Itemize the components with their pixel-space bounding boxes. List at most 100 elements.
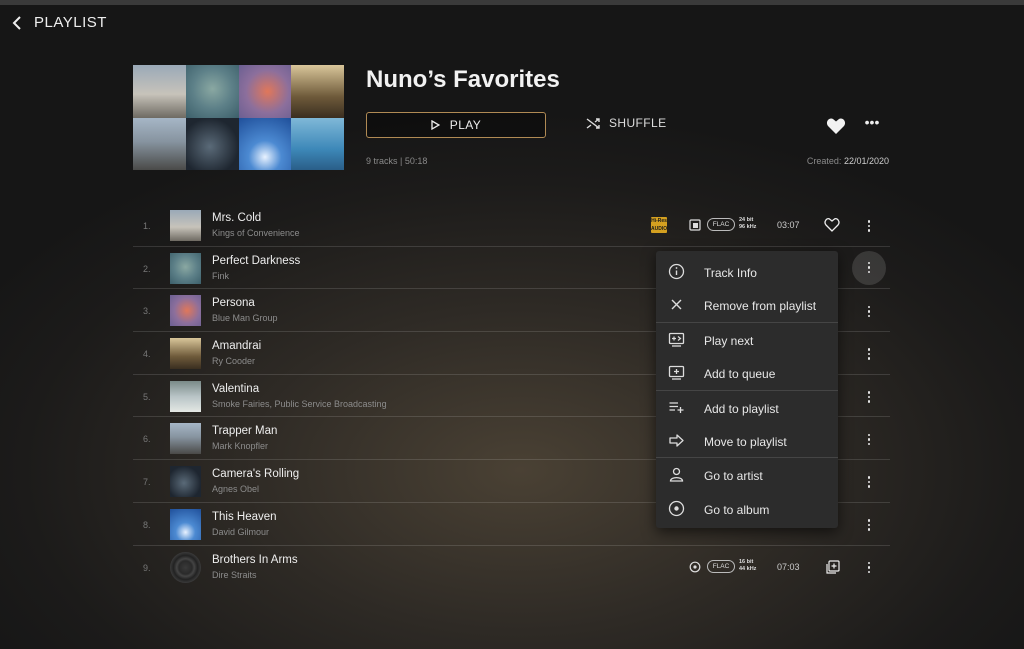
track-more-options-icon[interactable] [855, 468, 883, 496]
info-icon [668, 263, 685, 280]
menu-item-label: Add to playlist [704, 401, 779, 416]
play-next-icon [668, 332, 685, 347]
created-label: Created: [806, 156, 842, 166]
arrow-right-outline-icon [669, 434, 684, 447]
menu-item-play-next[interactable]: Play next [656, 323, 838, 356]
track-number: 3. [143, 306, 151, 317]
search-audio-icon [689, 561, 701, 572]
track-art [170, 423, 201, 455]
track-number: 8. [143, 519, 151, 530]
album-art-tile [291, 117, 344, 170]
track-title: Amandrai [212, 340, 262, 353]
menu-item-track-info[interactable]: Track Info [656, 255, 838, 288]
play-button[interactable]: PLAY [366, 112, 546, 138]
track-art [170, 466, 201, 498]
track-artist[interactable]: Agnes Obel [212, 484, 259, 494]
track-art [170, 338, 201, 370]
album-art-tile [238, 117, 292, 170]
favorite-heart-icon[interactable] [826, 117, 846, 135]
heart-outline-icon[interactable] [824, 217, 840, 232]
track-artist[interactable]: David Gilmour [212, 527, 269, 537]
menu-item-add-to-queue[interactable]: Add to queue [656, 356, 838, 389]
album-copy-icon [689, 219, 701, 231]
bit-depth: 24 bit [739, 217, 754, 223]
track-more-options-icon[interactable] [855, 511, 883, 539]
playlist-add-icon [669, 401, 684, 413]
track-art [170, 210, 201, 241]
track-artist[interactable]: Blue Man Group [212, 313, 278, 323]
track-title: Trapper Man [212, 425, 278, 438]
menu-item-label: Track Info [704, 266, 757, 280]
track-artist[interactable]: Smoke Fairies, Public Service Broadcasti… [212, 399, 387, 409]
playlist-more-options-icon[interactable]: ••• [862, 115, 882, 132]
shuffle-button[interactable]: SHUFFLE [586, 116, 666, 130]
menu-item-move-to-playlist[interactable]: Move to playlist [656, 424, 838, 457]
hi-res-audio-icon: Hi-Res AUDIO [651, 217, 668, 233]
album-art-tile [133, 117, 186, 170]
track-number: 4. [143, 349, 151, 360]
sample-rate: 96 kHz [739, 224, 757, 230]
track-number: 2. [143, 263, 151, 274]
add-to-queue-icon [668, 366, 685, 380]
track-more-options-icon[interactable] [855, 340, 883, 368]
playlist-title: Nuno’s Favorites [366, 66, 560, 93]
menu-item-go-to-album[interactable]: Go to album [656, 492, 838, 525]
table-row[interactable]: 9. Brothers In Arms Dire Straits FLAC 16… [133, 546, 890, 589]
track-art [170, 295, 201, 327]
menu-item-remove-from-playlist[interactable]: Remove from playlist [656, 288, 838, 321]
track-number: 9. [143, 562, 151, 573]
track-title: Camera's Rolling [212, 468, 300, 481]
bit-depth-samplerate: 24 bit 96 kHz [739, 217, 756, 231]
track-number: 6. [143, 434, 151, 445]
person-icon [669, 468, 684, 482]
track-more-options-icon[interactable] [855, 212, 883, 240]
album-disc-icon [668, 500, 685, 516]
track-title: Mrs. Cold [212, 212, 262, 224]
shuffle-button-label: SHUFFLE [609, 116, 667, 130]
menu-item-go-to-artist[interactable]: Go to artist [656, 458, 838, 491]
menu-item-label: Move to playlist [704, 434, 787, 449]
track-artist[interactable]: Kings of Convenience [212, 228, 300, 238]
track-title: Brothers In Arms [212, 553, 298, 566]
bit-depth-samplerate: 16 bit 44 kHz [739, 559, 756, 573]
track-duration: 03:07 [777, 220, 800, 230]
close-icon [671, 299, 682, 310]
menu-item-label: Go to album [704, 502, 770, 517]
track-more-options-icon[interactable] [852, 250, 886, 285]
bit-depth: 16 bit [739, 558, 754, 565]
format-badge: FLAC [707, 218, 735, 231]
window-titlebar [0, 0, 1024, 5]
track-title: Valentina [212, 382, 260, 395]
album-art-tile [291, 65, 344, 118]
menu-item-label: Remove from playlist [704, 299, 817, 314]
playlist-meta: 9 tracks | 50:18 [366, 156, 428, 166]
track-number: 1. [143, 221, 151, 231]
track-artist[interactable]: Mark Knopfler [212, 441, 268, 451]
track-art [170, 380, 201, 412]
play-icon [431, 120, 440, 130]
track-more-options-icon[interactable] [855, 554, 883, 582]
track-artist[interactable]: Dire Straits [212, 570, 257, 580]
album-art-tile [133, 65, 186, 118]
menu-item-add-to-playlist[interactable]: Add to playlist [656, 391, 838, 424]
track-number: 5. [143, 391, 151, 402]
track-artist[interactable]: Fink [212, 271, 229, 281]
back-button[interactable]: PLAYLIST [10, 14, 107, 31]
track-title: This Heaven [212, 510, 277, 523]
track-more-options-icon[interactable] [855, 425, 883, 453]
page-title: PLAYLIST [34, 14, 107, 31]
track-artist[interactable]: Ry Cooder [212, 356, 255, 366]
playlist-created: Created: 22/01/2020 [807, 156, 889, 166]
track-more-options-icon[interactable] [855, 297, 883, 325]
track-more-options-icon[interactable] [855, 383, 883, 411]
playlist-cover-mosaic [133, 65, 344, 170]
album-art-tile [185, 117, 239, 170]
track-duration: 07:03 [777, 561, 800, 572]
album-art-tile [185, 65, 239, 118]
track-art [170, 508, 201, 540]
add-to-library-icon[interactable] [826, 559, 840, 574]
created-date: 22/01/2020 [843, 156, 889, 166]
track-art [170, 551, 201, 583]
track-title: Persona [212, 297, 255, 310]
table-row[interactable]: 1. Mrs. Cold Kings of Convenience Hi-Res… [133, 204, 890, 247]
